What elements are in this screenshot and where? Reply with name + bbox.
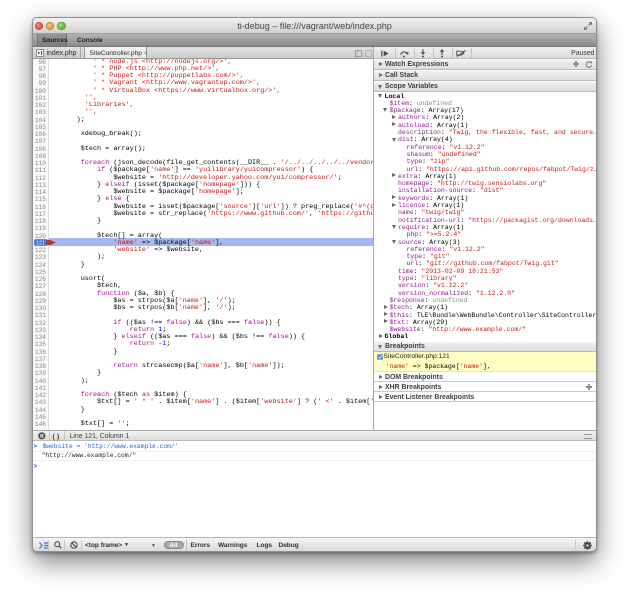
svg-text:121: 121 xyxy=(36,241,45,247)
